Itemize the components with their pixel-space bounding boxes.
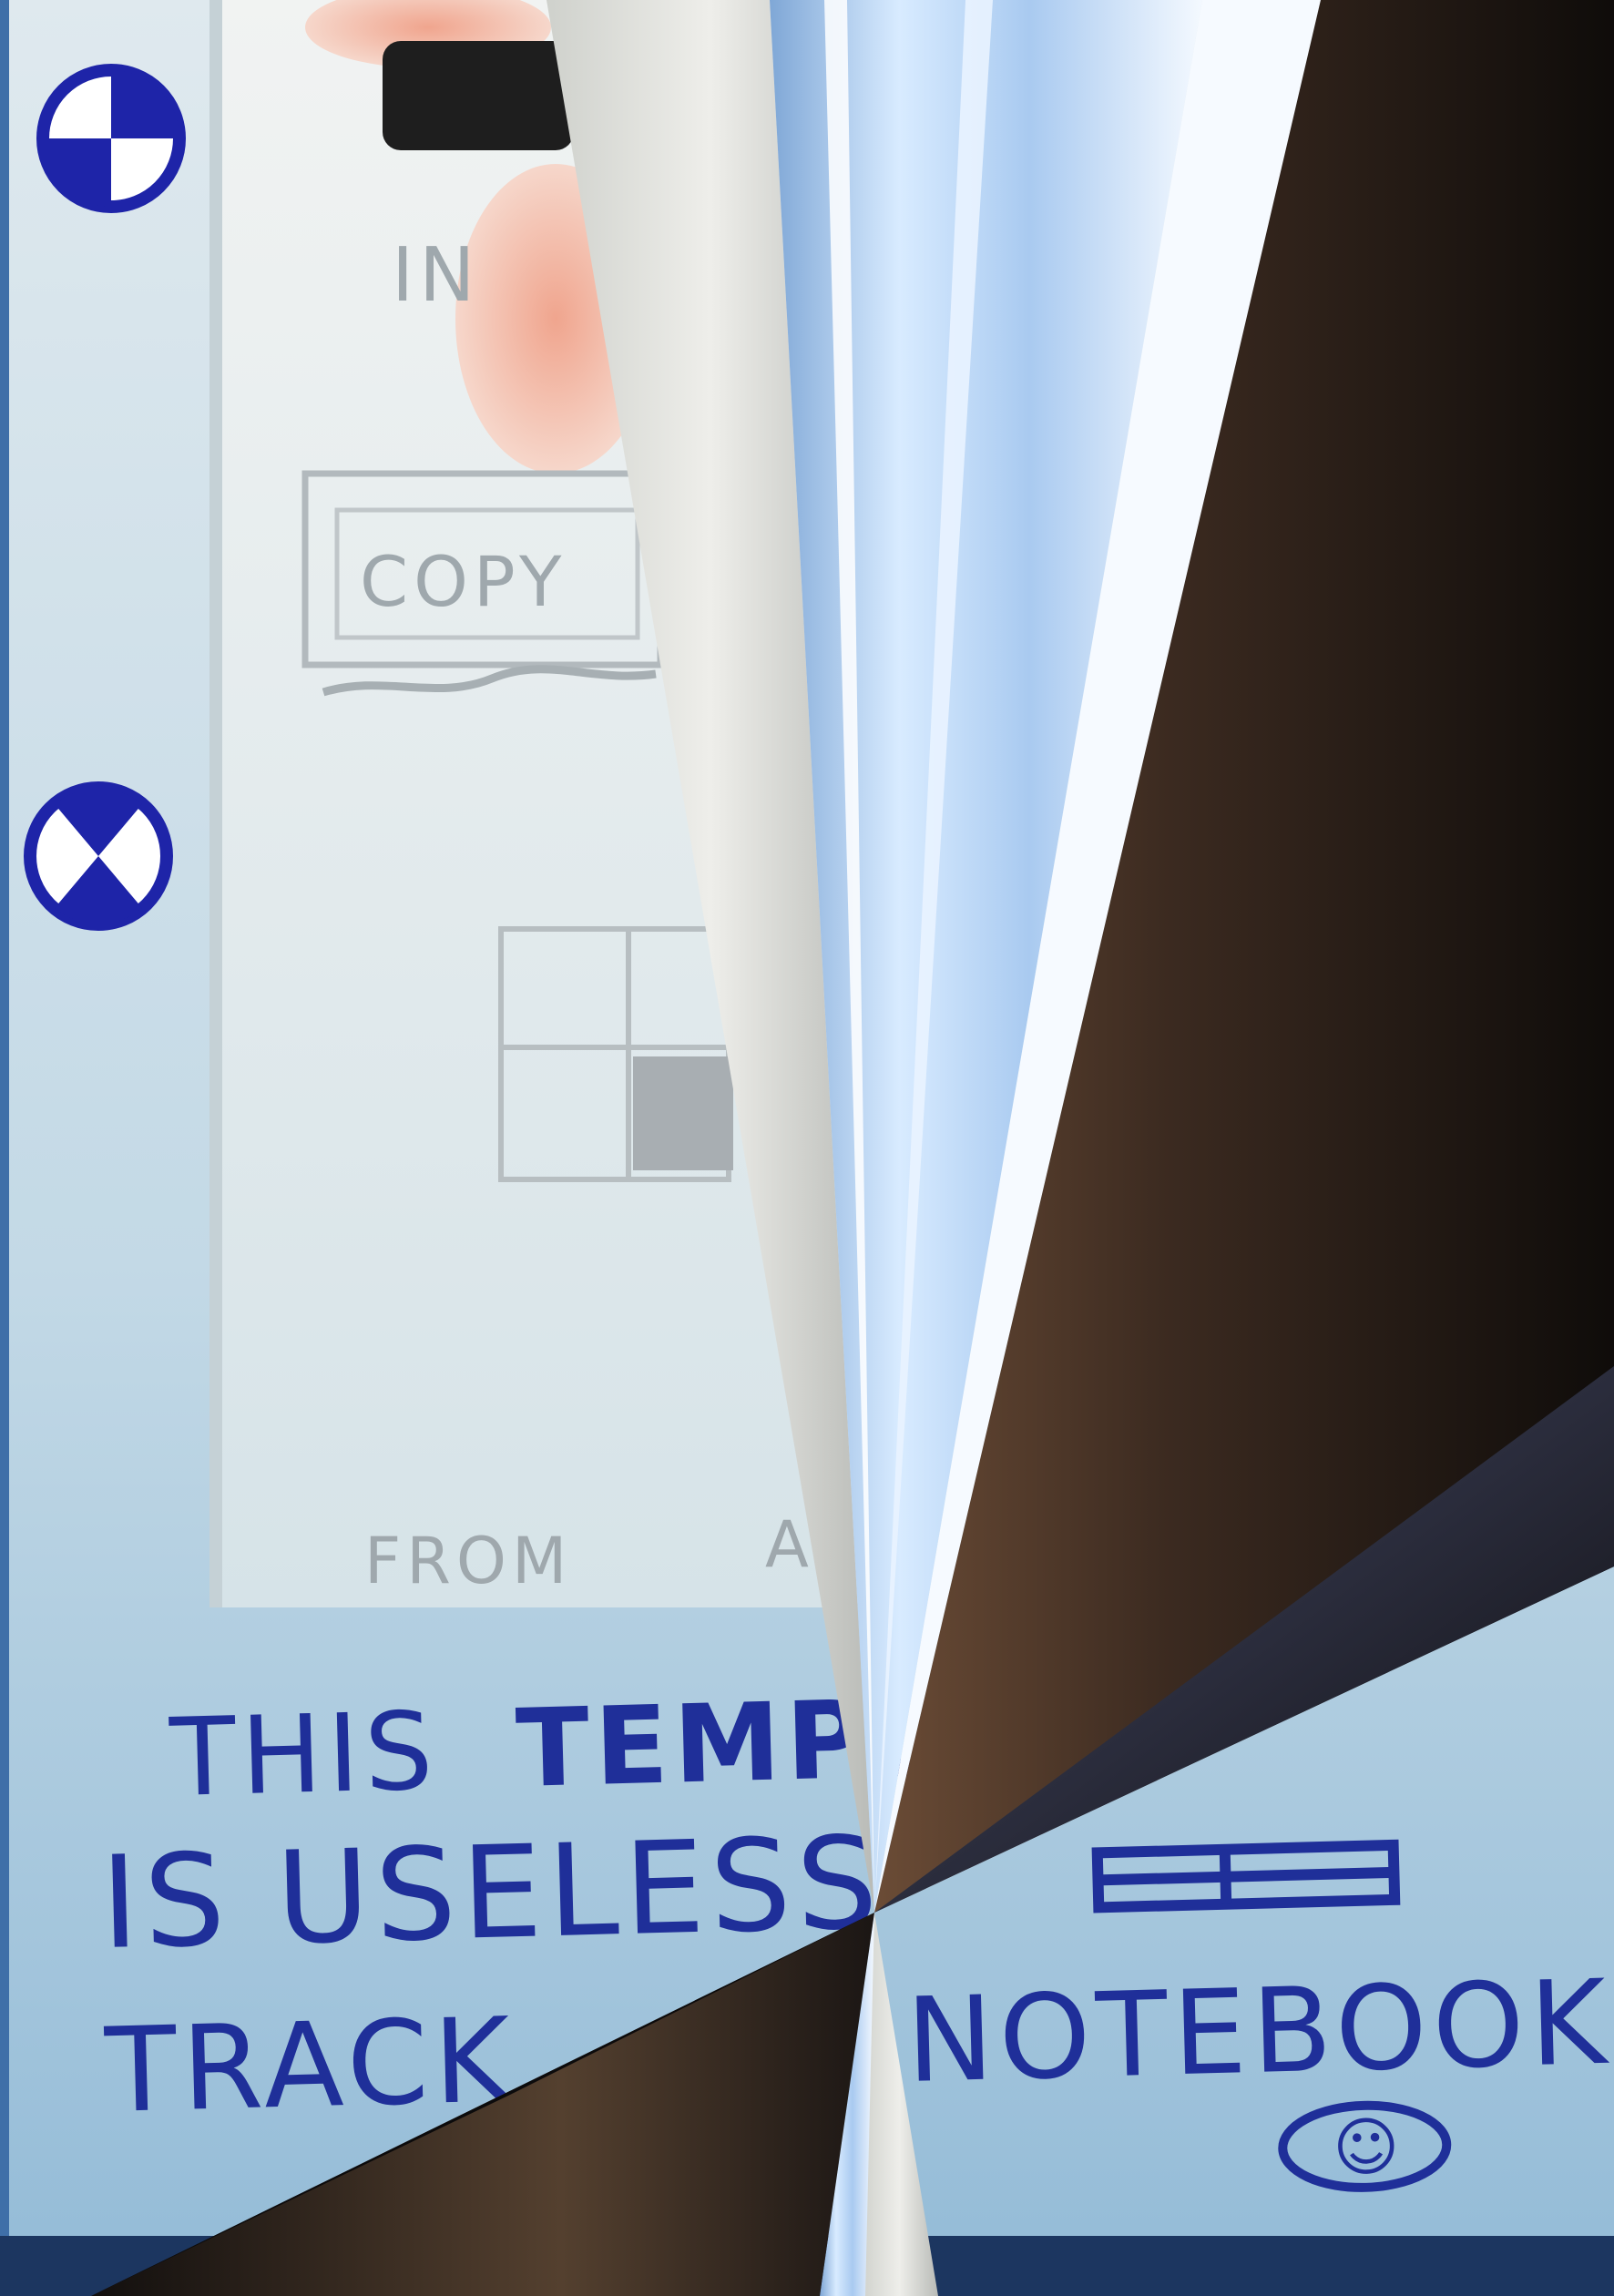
binder-hole-icon [24,781,173,931]
photo-scene: IN COPY FROM A THIS TEMPL IS USELESS TRA… [0,0,1614,2296]
binder-hole-icon [36,64,186,213]
card-title: IN [392,232,481,319]
note-line1-a: THIS [168,1688,440,1821]
hatched-block [633,1056,733,1170]
note-line3-b: NOTEBOOK [904,1955,1613,2109]
card-footer: FROM [364,1524,572,1598]
card-footer-tail: A [765,1507,814,1582]
smiley-face: ☺ [1332,2109,1405,2186]
left-board-edge [0,0,9,2296]
copy-box-label: COPY [360,541,567,622]
note-line3-a: TRACK [103,1993,517,2139]
note-line2: IS USELESS [99,1810,885,1978]
clip [383,41,574,150]
